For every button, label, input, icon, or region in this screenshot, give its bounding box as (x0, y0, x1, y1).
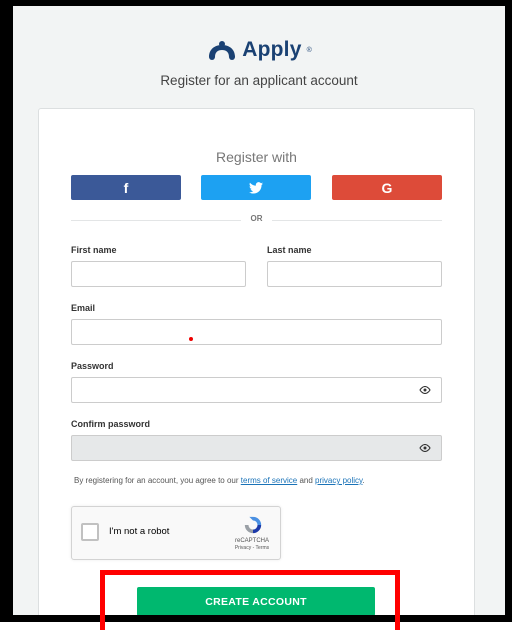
show-confirm-password-eye-icon[interactable] (419, 444, 431, 452)
recaptcha-widget: I'm not a robot reCAPTCHA Privacy - Term… (71, 506, 281, 560)
brand-trademark: ® (306, 46, 312, 54)
twitter-icon (249, 181, 263, 194)
or-divider: OR (71, 213, 442, 227)
email-input[interactable] (71, 319, 442, 345)
email-label: Email (71, 303, 96, 313)
last-name-label: Last name (267, 245, 312, 255)
confirm-password-input[interactable] (71, 435, 442, 461)
registration-page: Apply ® Register for an applicant accoun… (13, 6, 505, 615)
brand-name: Apply (242, 38, 302, 61)
recaptcha-label: I'm not a robot (109, 526, 170, 537)
show-password-eye-icon[interactable] (419, 386, 431, 394)
cursor-marker-dot (189, 337, 193, 341)
recaptcha-logo-icon (244, 516, 262, 534)
twitter-button[interactable] (201, 175, 311, 200)
google-button[interactable]: G (332, 175, 442, 200)
terms-suffix: . (362, 476, 365, 485)
registration-card: Register with f G OR First name Last nam… (38, 108, 475, 615)
or-text: OR (250, 214, 263, 223)
terms-and: and (297, 476, 316, 485)
password-input[interactable] (71, 377, 442, 403)
confirm-password-label: Confirm password (71, 419, 151, 429)
recaptcha-brand: reCAPTCHA (234, 538, 269, 544)
recaptcha-checkbox[interactable] (81, 523, 99, 541)
register-with-heading: Register with (216, 149, 297, 165)
first-name-label: First name (71, 245, 117, 255)
first-name-input[interactable] (71, 261, 246, 287)
terms-notice: By registering for an account, you agree… (74, 476, 365, 485)
last-name-input[interactable] (267, 261, 442, 287)
recaptcha-privacy-terms[interactable]: Privacy - Terms (224, 545, 280, 551)
terms-prefix: By registering for an account, you agree… (74, 476, 241, 485)
privacy-policy-link[interactable]: privacy policy (315, 476, 362, 485)
password-label: Password (71, 361, 114, 371)
google-icon: G (381, 179, 393, 196)
brand-logo: Apply ® (13, 38, 505, 62)
facebook-button[interactable]: f (71, 175, 181, 200)
annotation-highlight-box (100, 570, 400, 630)
facebook-icon: f (123, 179, 129, 196)
apply-logo-icon (209, 41, 236, 60)
page-subtitle: Register for an applicant account (160, 73, 358, 88)
terms-of-service-link[interactable]: terms of service (241, 476, 297, 485)
